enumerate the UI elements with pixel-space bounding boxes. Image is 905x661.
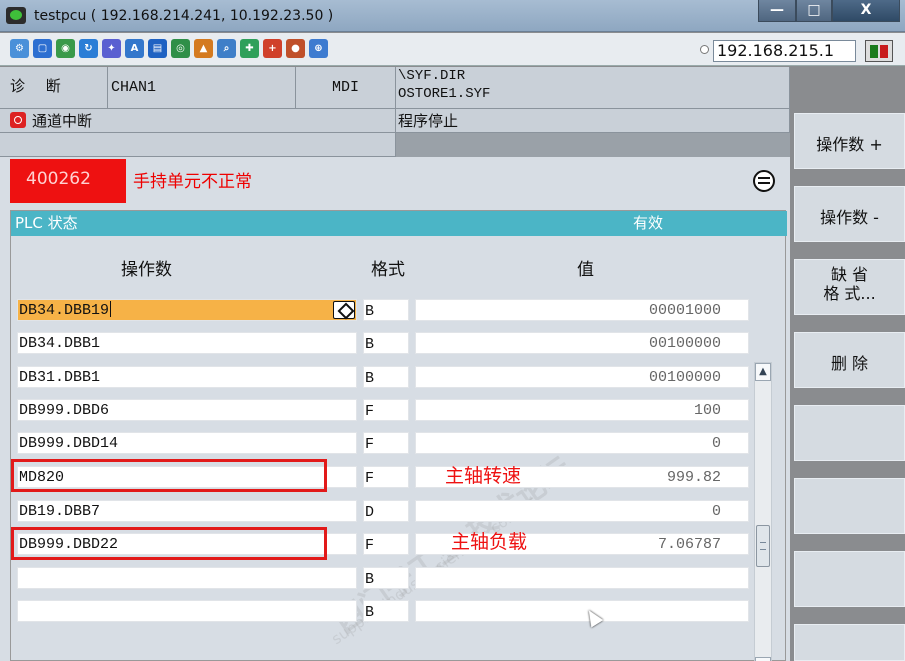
toolbar: ⚙ ▢ ◉ ↻ ✦ A ▤ ◎ ▲ ⌕ ✚ + ● ⊕ 192.168.215.… — [0, 33, 905, 66]
format-cell[interactable]: B — [363, 332, 409, 354]
zoom-icon[interactable]: ⊕ — [309, 39, 328, 58]
operand-cell[interactable]: DB34.DBB19 — [17, 299, 357, 321]
abc-icon[interactable]: A — [125, 39, 144, 58]
format-cell[interactable]: F — [363, 399, 409, 421]
column-format: 格式 — [371, 260, 405, 280]
tool-icon[interactable]: ✚ — [240, 39, 259, 58]
mode-label: MDI — [296, 67, 396, 109]
plc-title-bar: PLC 状态 有效 — [11, 211, 787, 236]
value-cell[interactable]: 0 — [415, 500, 749, 522]
user-icon[interactable]: ● — [286, 39, 305, 58]
scrollbar[interactable]: ▲ ▼ — [754, 362, 772, 661]
value-cell[interactable] — [415, 600, 749, 622]
channel-stop-icon — [10, 112, 26, 128]
refresh-icon[interactable]: ↻ — [79, 39, 98, 58]
search-globe-icon[interactable]: ◎ — [171, 39, 190, 58]
value-cell[interactable]: 00100000 — [415, 366, 749, 388]
operand-cell[interactable]: DB999.DBD14 — [17, 432, 357, 454]
format-cell[interactable]: B — [363, 600, 409, 622]
scroll-up-icon[interactable]: ▲ — [755, 363, 771, 381]
channel-status: 通道中断 — [0, 109, 396, 133]
value-cell[interactable]: 0 — [415, 432, 749, 454]
alarm-line: 400262 手持单元不正常 — [0, 159, 790, 205]
program-info: \SYF.DIR OSTORE1.SYF — [396, 67, 790, 109]
close-button[interactable]: X — [832, 0, 900, 22]
note-spindle-load: 主轴负载 — [451, 531, 528, 553]
title-bar: testpcu ( 192.168.214.241, 10.192.23.50 … — [0, 0, 905, 32]
status-line-blank — [0, 133, 396, 157]
toolbar-icons: ⚙ ▢ ◉ ↻ ✦ A ▤ ◎ ▲ ⌕ ✚ + ● ⊕ — [10, 39, 328, 58]
operand-cell[interactable]: DB31.DBB1 — [17, 366, 357, 388]
value-cell[interactable]: 100 — [415, 399, 749, 421]
program-file: OSTORE1.SYF — [398, 86, 491, 102]
globe-icon[interactable]: ◉ — [56, 39, 75, 58]
plc-status-window: PLC 状态 有效 操作数 格式 值 西门子工业 技术论坛 support.in… — [10, 210, 787, 661]
area-label: 诊 断 — [0, 67, 108, 109]
status-line-gray — [396, 133, 790, 157]
channel-status-text: 通道中断 — [32, 112, 93, 130]
operand-cell[interactable]: DB34.DBB1 — [17, 332, 357, 354]
highlight-box-speed — [11, 459, 327, 492]
value-cell[interactable]: 00100000 — [415, 332, 749, 354]
format-cell[interactable]: F — [363, 466, 409, 488]
format-cell[interactable]: F — [363, 533, 409, 555]
format-cell[interactable]: B — [363, 567, 409, 589]
acknowledge-icon[interactable] — [753, 170, 775, 192]
format-cell[interactable]: D — [363, 500, 409, 522]
window-icon[interactable]: ▢ — [33, 39, 52, 58]
operand-cell[interactable] — [17, 567, 357, 589]
book-icon[interactable]: ▤ — [148, 39, 167, 58]
scroll-down-icon[interactable]: ▼ — [755, 657, 771, 661]
softkey-bar: 操作数 + 操作数 - 缺 省格 式... 删 除 — [790, 67, 905, 661]
note-spindle-speed: 主轴转速 — [445, 465, 522, 487]
app-eye-icon — [6, 7, 26, 24]
hmi-screen: 诊 断 CHAN1 MDI \SYF.DIR OSTORE1.SYF 通道中断 … — [0, 67, 790, 661]
program-status: 程序停止 — [396, 109, 790, 133]
window-title: testpcu ( 192.168.214.241, 10.192.23.50 … — [34, 8, 334, 24]
operand-minus-softkey[interactable]: 操作数 - — [794, 186, 905, 242]
network-icon[interactable]: ⚙ — [10, 39, 29, 58]
program-path: \SYF.DIR — [398, 68, 466, 84]
format-cell[interactable]: F — [363, 432, 409, 454]
add-icon[interactable]: + — [263, 39, 282, 58]
alarm-text: 手持单元不正常 — [133, 172, 252, 192]
alarm-number[interactable]: 400262 — [10, 159, 126, 203]
value-cell[interactable] — [415, 567, 749, 589]
column-value: 值 — [577, 260, 594, 280]
magnify-icon[interactable]: ⌕ — [217, 39, 236, 58]
softkey-5[interactable] — [794, 405, 905, 461]
highlight-box-load — [11, 527, 327, 560]
operand-plus-softkey[interactable]: 操作数 + — [794, 113, 905, 169]
column-operand: 操作数 — [121, 260, 172, 280]
ip-radio-button[interactable] — [700, 45, 709, 54]
ip-address-field[interactable]: 192.168.215.1 — [713, 40, 856, 62]
format-cell[interactable]: B — [363, 366, 409, 388]
maximize-button[interactable]: □ — [796, 0, 832, 22]
delete-softkey[interactable]: 删 除 — [794, 332, 905, 388]
softkey-7[interactable] — [794, 551, 905, 607]
value-cell[interactable]: 00001000 — [415, 299, 749, 321]
chart-icon[interactable]: ▲ — [194, 39, 213, 58]
softkey-6[interactable] — [794, 478, 905, 534]
connection-status-icon — [865, 40, 893, 62]
scroll-thumb[interactable] — [756, 525, 770, 567]
edit-icon[interactable] — [333, 301, 355, 319]
softkey-8[interactable] — [794, 624, 905, 661]
format-cell[interactable]: B — [363, 299, 409, 321]
operand-cell[interactable] — [17, 600, 357, 622]
plc-validity: 有效 — [633, 214, 664, 232]
minimize-button[interactable]: — — [758, 0, 796, 22]
channel-label: CHAN1 — [108, 67, 296, 109]
operand-cell[interactable]: DB19.DBB7 — [17, 500, 357, 522]
operand-cell[interactable]: DB999.DBD6 — [17, 399, 357, 421]
default-format-softkey[interactable]: 缺 省格 式... — [794, 259, 905, 315]
plc-title: PLC 状态 — [15, 214, 78, 232]
puzzle-icon[interactable]: ✦ — [102, 39, 121, 58]
